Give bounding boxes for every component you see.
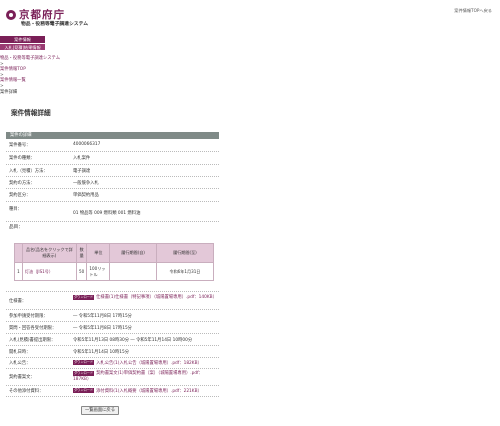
row-bid-submission-period: 入札(見積)書提出期限： 令和5年11月13日 08時30分 ― 令和5年11月… bbox=[6, 334, 219, 346]
case-detail-panel: 案件の詳細 案件番号： 4000066317 案件の種類： 入札案件 入札（見積… bbox=[6, 132, 219, 397]
item-period-from bbox=[109, 262, 157, 281]
prefecture-seal-icon bbox=[6, 9, 16, 20]
breadcrumb-current: 案件詳細 bbox=[0, 89, 18, 95]
breadcrumb-link-system[interactable]: 物品・役務等電子調達システム bbox=[0, 56, 60, 61]
opening-date-label: 開札日時： bbox=[9, 350, 31, 355]
category-label: 種目： bbox=[9, 207, 22, 212]
items-table-header: 品名(品名をクリックで詳細表示) 数量 単位 履行期間(自) 履行期間(至) bbox=[14, 243, 215, 263]
row-case-type: 案件の種類： 入札案件 bbox=[6, 152, 219, 165]
question-deadline-value: ― 令和5年11月8日 17時15分 bbox=[73, 326, 132, 331]
case-number-label: 案件番号： bbox=[9, 143, 31, 148]
contract-method-value: 一般競争入札 bbox=[73, 181, 99, 186]
page-title: 案件情報詳細 bbox=[11, 109, 51, 117]
item-unit: 100リットル bbox=[86, 262, 111, 281]
items-label: 品目： bbox=[9, 225, 23, 230]
row-attachments: その他添付資料： ダウンロード 添付資料(1)入札概要（城陽置場専用）.pdf：2… bbox=[6, 386, 219, 397]
table-row: 1 灯油（JIS1号） 50 100リットル 令和6年1月31日 bbox=[14, 262, 215, 281]
bid-notice-label: 入札公告： bbox=[9, 361, 31, 366]
items-section: 品目： 品名(品名をクリックで詳細表示) 数量 単位 履行期間(自) 履行期間(… bbox=[6, 222, 219, 292]
col-unit: 単位 bbox=[86, 243, 111, 263]
spec-download-link[interactable]: 仕様書(1)仕様書（特記事項）（城陽置場専用）.pdf：140KB） bbox=[96, 295, 217, 300]
case-top-link[interactable]: 案件情報TOPへ戻る bbox=[454, 8, 492, 14]
bid-method-label: 入札（見積）方法： bbox=[9, 169, 48, 174]
case-number-value: 4000066317 bbox=[73, 142, 101, 147]
col-period-to: 履行期間(至) bbox=[155, 243, 215, 263]
panel-header: 案件の詳細 bbox=[6, 132, 219, 139]
spec-label: 仕様書： bbox=[9, 299, 27, 304]
attachments-label: その他添付資料： bbox=[9, 389, 44, 394]
items-table: 品名(品名をクリックで詳細表示) 数量 単位 履行期間(自) 履行期間(至) 1… bbox=[14, 243, 215, 281]
category-value: 01 物品等 009 燃料類 001 燃料油 bbox=[73, 211, 141, 216]
row-contract-category: 契約区分： 単価契約用品 bbox=[6, 189, 219, 202]
col-quantity: 数量 bbox=[75, 243, 88, 263]
row-category: 種目： 01 物品等 009 燃料類 001 燃料油 bbox=[6, 202, 219, 222]
case-type-label: 案件の種類： bbox=[9, 156, 35, 161]
row-opening-date: 開札日時： 令和5年11月14日 10時15分 bbox=[6, 346, 219, 358]
row-bid-method: 入札（見積）方法： 電子調達 bbox=[6, 165, 219, 177]
opening-date-value: 令和5年11月14日 10時15分 bbox=[73, 350, 130, 355]
bid-method-value: 電子調達 bbox=[73, 169, 91, 174]
row-application-deadline: 参加申請受付期限： ― 令和5年11月8日 17時15分 bbox=[6, 310, 219, 322]
breadcrumb-link-case-list[interactable]: 案件情報一覧 bbox=[0, 78, 26, 83]
bid-submission-label: 入札(見積)書提出期限： bbox=[9, 338, 56, 343]
row-question-deadline: 質問・回答各受付期限： ― 令和5年11月8日 17時15分 bbox=[6, 322, 219, 334]
row-contract-draft: 契約書案文： ダウンロード 契約書案文(1)単価契約書（案）（城陽置場専用）.pd… bbox=[6, 369, 219, 386]
col-period-from: 履行期間(自) bbox=[109, 243, 157, 263]
row-contract-method: 契約の方法： 一般競争入札 bbox=[6, 177, 219, 189]
row-bid-notice: 入札公告： ダウンロード 入札公告(1)入札公告（城陽置場専用）.pdf：182K… bbox=[6, 358, 219, 369]
contract-draft-label: 契約書案文： bbox=[9, 375, 35, 380]
item-name-link[interactable]: 灯油（JIS1号） bbox=[25, 269, 53, 274]
contract-category-label: 契約区分： bbox=[9, 193, 31, 198]
breadcrumb: 物品・役務等電子調達システム > 案件情報TOP > 案件情報一覧 > 案件詳細 bbox=[0, 56, 120, 95]
row-number: 1 bbox=[14, 262, 23, 281]
sidebar-header: 案件情報 bbox=[0, 36, 45, 43]
system-title: 物品・役務等電子調達システム bbox=[21, 22, 89, 27]
sidebar-item-bid-results[interactable]: 入札|見積|結果情報 bbox=[0, 43, 45, 50]
contract-category-value: 単価契約用品 bbox=[73, 193, 99, 198]
col-item-name: 品名(品名をクリックで詳細表示) bbox=[21, 243, 77, 263]
case-type-value: 入札案件 bbox=[73, 156, 91, 161]
page-header: 京都府庁 物品・役務等電子調達システム 案件情報TOPへ戻る bbox=[0, 0, 500, 34]
download-badge: ダウンロード bbox=[73, 371, 95, 376]
item-quantity: 50 bbox=[75, 262, 88, 281]
item-period-to: 令和6年1月31日 bbox=[155, 262, 215, 281]
download-badge: ダウンロード bbox=[73, 388, 95, 393]
download-badge: ダウンロード bbox=[73, 295, 95, 300]
question-deadline-label: 質問・回答各受付期限： bbox=[9, 326, 57, 331]
attachments-download-link[interactable]: 添付資料(1)入札概要（城陽置場専用）.pdf：221KB） bbox=[96, 389, 202, 394]
back-to-list-button[interactable]: 一覧画面に戻る bbox=[81, 406, 119, 415]
application-deadline-value: ― 令和5年11月8日 17時15分 bbox=[73, 314, 132, 319]
row-case-number: 案件番号： 4000066317 bbox=[6, 139, 219, 152]
bid-submission-value: 令和5年11月13日 08時30分 ― 令和5年11月14日 10時00分 bbox=[73, 338, 193, 343]
row-spec: 仕様書： ダウンロード 仕様書(1)仕様書（特記事項）（城陽置場専用）.pdf：1… bbox=[6, 292, 219, 310]
breadcrumb-link-case-top[interactable]: 案件情報TOP bbox=[0, 67, 26, 72]
download-badge: ダウンロード bbox=[73, 360, 95, 365]
application-deadline-label: 参加申請受付期限： bbox=[9, 314, 48, 319]
sidebar: 案件情報 入札|見積|結果情報 bbox=[0, 36, 45, 50]
contract-method-label: 契約の方法： bbox=[9, 181, 35, 186]
bid-notice-download-link[interactable]: 入札公告(1)入札公告（城陽置場専用）.pdf：182KB） bbox=[96, 361, 202, 366]
